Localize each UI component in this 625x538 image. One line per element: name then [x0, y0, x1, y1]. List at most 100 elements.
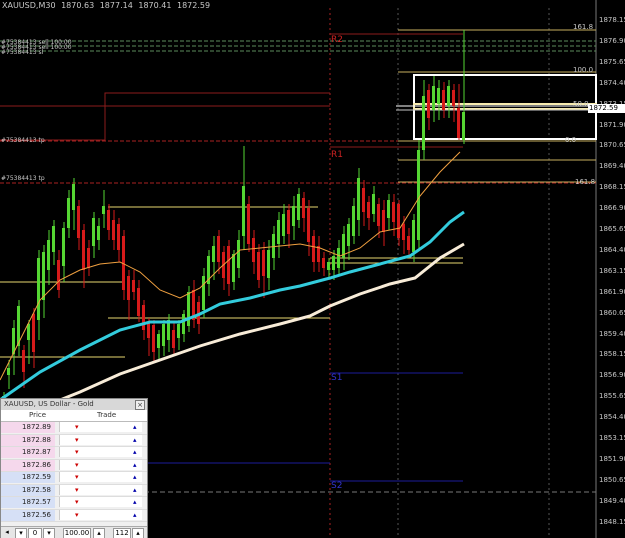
- trade-cell[interactable]: [59, 497, 142, 507]
- candle-body: [382, 210, 385, 232]
- fib-50-label: 50.0: [573, 100, 589, 108]
- trade-cell[interactable]: [59, 422, 142, 432]
- lot-size-field[interactable]: 100.00: [63, 528, 91, 538]
- candle-body: [62, 228, 65, 266]
- quantity-field[interactable]: 112: [113, 528, 131, 538]
- candle-body: [162, 324, 165, 346]
- price-axis-label: 1874.40: [599, 78, 625, 87]
- ask-depth-row[interactable]: 1872.88 ▾ ▴: [1, 434, 147, 447]
- price-axis-label: 1866.90: [599, 204, 625, 213]
- buy-arrow-icon[interactable]: ▴: [133, 485, 137, 496]
- trade-cell[interactable]: [59, 509, 142, 520]
- sell-arrow-icon[interactable]: ▾: [75, 510, 79, 521]
- lot-spin-down[interactable]: ▾: [43, 528, 55, 538]
- lot-spin-up[interactable]: ▴: [93, 528, 105, 538]
- candle-body: [422, 96, 425, 150]
- candle-body: [312, 236, 315, 262]
- candle-body: [442, 90, 445, 110]
- close-icon[interactable]: ×: [135, 400, 145, 410]
- quantity-spin-up[interactable]: ▴: [132, 528, 144, 538]
- ask-depth-row[interactable]: 1872.86 ▾ ▴: [1, 459, 147, 472]
- left-value-field[interactable]: 0: [28, 528, 42, 538]
- buy-arrow-icon[interactable]: ▴: [133, 422, 137, 433]
- order-label-tp-2[interactable]: #75384413 tp: [1, 175, 45, 182]
- buy-arrow-icon[interactable]: ▴: [133, 447, 137, 458]
- candle-body: [322, 258, 325, 268]
- price-axis-label: 1869.40: [599, 162, 625, 171]
- candle-body: [432, 86, 435, 110]
- candle-body: [132, 280, 135, 292]
- volume-spin-down[interactable]: ▾: [15, 528, 27, 538]
- price-axis-label: 1870.65: [599, 141, 625, 150]
- trade-cell[interactable]: [59, 434, 142, 445]
- price-axis-label: 1858.15: [599, 350, 625, 359]
- bid-depth-row[interactable]: 1872.57 ▾ ▴: [1, 497, 147, 510]
- sell-arrow-icon[interactable]: ▾: [75, 460, 79, 471]
- ohlc-close: 1872.59: [177, 1, 211, 10]
- candle-body: [347, 224, 350, 246]
- ask-depth-row[interactable]: 1872.89 ▾ ▴: [1, 422, 147, 435]
- sell-arrow-icon[interactable]: ▾: [75, 472, 79, 483]
- market-watch-panel[interactable]: XAUUSD, US Dollar - Gold × Price Trade 1…: [0, 398, 148, 538]
- price-axis-label: 1860.65: [599, 308, 625, 317]
- price-axis-label: 1875.65: [599, 57, 625, 66]
- candle-body: [292, 206, 295, 226]
- chart-window[interactable]: XAUUSD,M30 1870.63 1877.14 1870.41 1872.…: [0, 0, 625, 538]
- candle-body: [327, 262, 330, 270]
- price-column-header: Price: [29, 411, 47, 419]
- price-axis-label: 1848.15: [599, 517, 625, 526]
- candle-body: [287, 210, 290, 234]
- sell-arrow-icon[interactable]: ▾: [75, 422, 79, 433]
- sell-arrow-icon[interactable]: ▾: [75, 435, 79, 446]
- candle-body: [32, 314, 35, 352]
- candle-body: [72, 184, 75, 210]
- market-watch-header: Price Trade: [1, 410, 147, 422]
- buy-arrow-icon[interactable]: ▴: [133, 497, 137, 508]
- depth-price: 1872.88: [1, 434, 55, 446]
- market-watch-title-bar[interactable]: XAUUSD, US Dollar - Gold ×: [1, 399, 147, 410]
- buy-arrow-icon[interactable]: ▴: [133, 435, 137, 446]
- trade-cell[interactable]: [59, 484, 142, 495]
- trade-column-header: Trade: [97, 411, 117, 419]
- price-axis-label: 1850.65: [599, 475, 625, 484]
- candle-body: [377, 204, 380, 226]
- candle-body: [202, 276, 205, 310]
- candle-body: [87, 248, 90, 268]
- candle-body: [22, 350, 25, 372]
- sell-arrow-icon[interactable]: ▾: [75, 447, 79, 458]
- candle-body: [47, 240, 50, 270]
- candle-body: [417, 150, 420, 240]
- trade-cell[interactable]: [59, 447, 142, 457]
- buy-arrow-icon[interactable]: ▴: [133, 472, 137, 483]
- price-axis-label: 1851.90: [599, 454, 625, 463]
- market-depth-list: 1872.89 ▾ ▴ 1872.88 ▾ ▴ 1872.87 ▾ ▴ 1872.86 ▾ ▴ 1872…: [1, 422, 147, 522]
- bid-depth-row[interactable]: 1872.56 ▾ ▴: [1, 509, 147, 522]
- trade-cell[interactable]: [59, 472, 142, 482]
- candle-body: [37, 258, 40, 320]
- candle-body: [82, 230, 85, 270]
- bid-depth-row[interactable]: 1872.59 ▾ ▴: [1, 472, 147, 485]
- ask-depth-row[interactable]: 1872.87 ▾ ▴: [1, 447, 147, 460]
- sell-arrow-icon[interactable]: ▾: [75, 497, 79, 508]
- arrow-left-icon[interactable]: ◂: [3, 528, 11, 537]
- buy-arrow-icon[interactable]: ▴: [133, 510, 137, 521]
- candle-body: [437, 88, 440, 104]
- buy-arrow-icon[interactable]: ▴: [133, 460, 137, 471]
- s2-label: S2: [331, 481, 343, 491]
- r1-label: R1: [331, 150, 343, 160]
- price-axis-label: 1856.90: [599, 371, 625, 380]
- bid-depth-row[interactable]: 1872.58 ▾ ▴: [1, 484, 147, 497]
- ohlc-high: 1877.14: [99, 1, 133, 10]
- sell-arrow-icon[interactable]: ▾: [75, 485, 79, 496]
- price-axis-label: 1878.15: [599, 16, 625, 24]
- order-label-tp-1[interactable]: #75384413 tp: [1, 137, 45, 144]
- candle-body: [247, 204, 250, 244]
- candle-body: [217, 236, 220, 262]
- price-axis-label: 1864.40: [599, 245, 625, 254]
- market-watch-title: XAUUSD, US Dollar - Gold: [4, 400, 94, 408]
- price-axis-label: 1855.65: [599, 392, 625, 401]
- trade-cell[interactable]: [59, 459, 142, 470]
- candle-body: [7, 368, 10, 375]
- r2-label: R2: [331, 35, 343, 45]
- order-label-sl[interactable]: #75384413 sl: [1, 49, 43, 56]
